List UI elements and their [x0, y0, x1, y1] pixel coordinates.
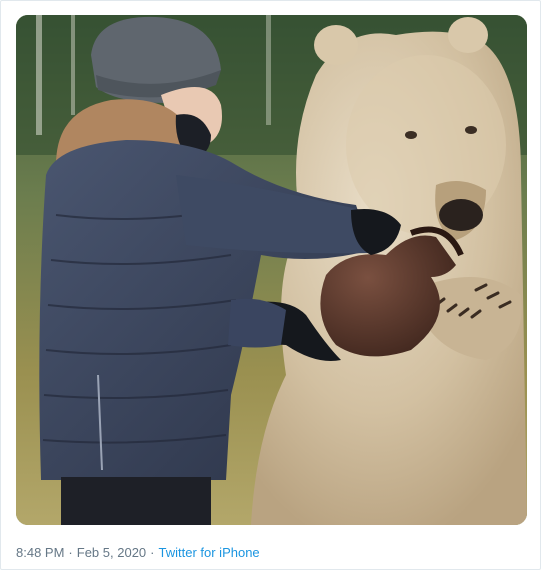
- separator: ·: [150, 545, 155, 560]
- tweet-media-image[interactable]: [16, 15, 527, 525]
- separator: ·: [68, 545, 73, 560]
- tweet-metadata: 8:48 PM · Feb 5, 2020 · Twitter for iPhone: [16, 544, 260, 562]
- tweet-card: 8:48 PM · Feb 5, 2020 · Twitter for iPhone: [0, 0, 541, 570]
- tweet-date[interactable]: Feb 5, 2020: [77, 545, 146, 560]
- tweet-source-link[interactable]: Twitter for iPhone: [159, 545, 260, 560]
- photo-scene: [16, 15, 527, 525]
- tweet-time[interactable]: 8:48 PM: [16, 545, 64, 560]
